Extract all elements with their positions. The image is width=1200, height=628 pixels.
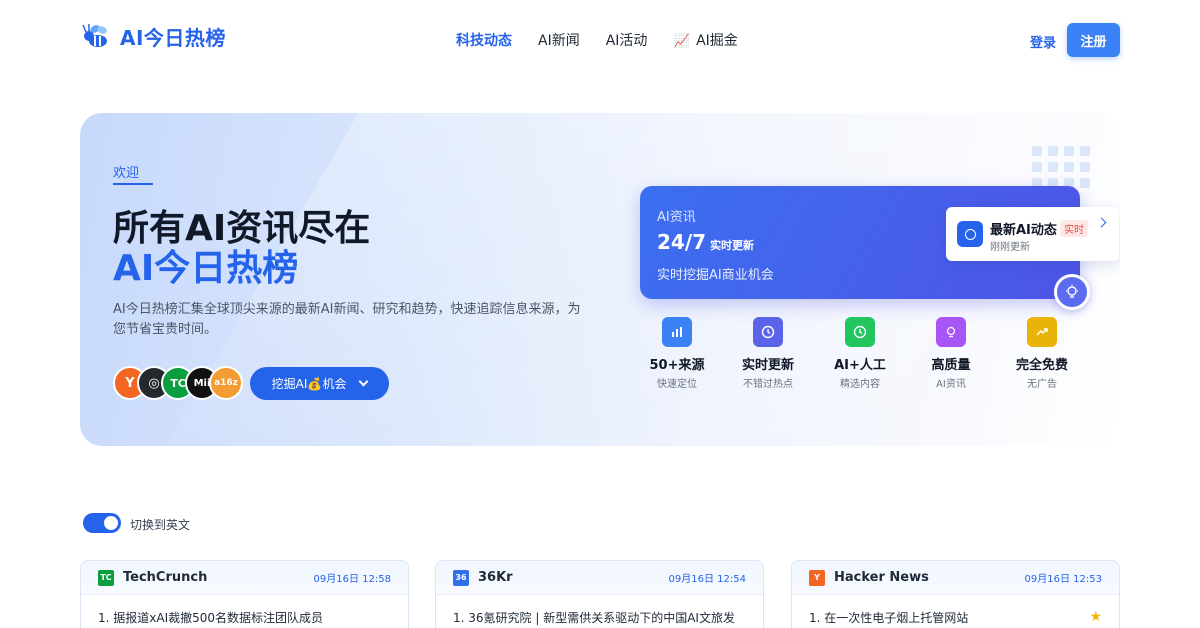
news-card-header: 36 36Kr 09月16日 12:54: [436, 561, 763, 595]
bulb-icon: [936, 317, 966, 347]
login-link[interactable]: 登录: [1030, 32, 1056, 51]
techcrunch-icon: TC: [98, 569, 114, 586]
welcome-underline: [113, 183, 153, 185]
trend-icon: [1027, 317, 1057, 347]
source-name[interactable]: TechCrunch: [123, 570, 314, 585]
float-card-subtitle: 刚刚更新: [990, 242, 1030, 253]
lightbulb-icon[interactable]: [1054, 274, 1090, 310]
language-toggle[interactable]: [83, 513, 121, 533]
welcome-label: 欢迎: [113, 166, 140, 181]
nav-ai-gold[interactable]: 📈 AI掘金: [673, 30, 737, 50]
36kr-icon: 36: [453, 569, 469, 586]
feature-realtime: 实时更新 不错过热点: [723, 317, 813, 390]
source-name[interactable]: 36Kr: [478, 570, 669, 585]
nav-tech-news[interactable]: 科技动态: [456, 30, 512, 50]
update-time: 09月16日 12:54: [668, 574, 746, 585]
brand-name: AI今日热榜: [120, 25, 226, 50]
feature-ai-human: AI+人工 精选内容: [815, 317, 905, 390]
news-card-36kr: 36 36Kr 09月16日 12:54 1. 36氪研究院 | 新型需供关系驱…: [435, 560, 764, 628]
brand-logo[interactable]: AI今日热榜: [80, 20, 226, 52]
nav-ai-news[interactable]: AI新闻: [538, 30, 580, 50]
clock-icon: [753, 317, 783, 347]
main-nav: 科技动态 AI新闻 AI活动 📈 AI掘金: [456, 30, 738, 50]
info-icon: [957, 221, 983, 247]
nav-ai-gold-label: AI掘金: [696, 33, 738, 49]
chart-icon: 📈: [673, 34, 690, 49]
feature-free: 完全免费 无广告: [997, 317, 1087, 390]
dig-ai-opportunity-button[interactable]: 挖掘AI💰机会: [250, 367, 389, 400]
news-card-hacker-news: Y Hacker News 09月16日 12:53 1. 在一次性电子烟上托管…: [791, 560, 1120, 628]
avatar-a16z: a16z: [209, 366, 243, 400]
hero-banner: 欢迎 所有AI资讯尽在 AI今日热榜 AI今日热榜汇集全球顶尖来源的最新AI新闻…: [80, 113, 1120, 446]
chevron-right-icon: [1096, 217, 1107, 228]
star-icon[interactable]: ★: [1089, 609, 1102, 626]
hero-description: AI今日热榜汇集全球顶尖来源的最新AI新闻、研究和趋势，快速追踪信息来源，为您节…: [113, 302, 581, 337]
news-card-header: TC TechCrunch 09月16日 12:58: [81, 561, 408, 595]
info-card-headline: 24/7 实时更新: [657, 230, 755, 254]
top-header: AI今日热榜 科技动态 AI新闻 AI活动 📈 AI掘金 登录 注册: [0, 0, 1200, 80]
feature-quality: 高质量 AI资讯: [906, 317, 996, 390]
realtime-badge: 实时: [1060, 220, 1088, 237]
bee-logo-icon: [82, 24, 107, 47]
news-card-header: Y Hacker News 09月16日 12:53: [792, 561, 1119, 595]
list-item[interactable]: 1. 36氪研究院 | 新型需供关系驱动下的中国AI文旅发展趋: [436, 595, 763, 628]
update-time: 09月16日 12:58: [313, 574, 391, 585]
source-name[interactable]: Hacker News: [834, 570, 1025, 585]
nav-ai-events[interactable]: AI活动: [606, 30, 648, 50]
float-card-title: 最新AI动态: [990, 223, 1057, 238]
source-avatars: Y ◎ TC Mii a16z: [113, 366, 243, 400]
feature-sources: 50+来源 快速定位: [632, 317, 722, 390]
dig-button-label: 挖掘AI💰机会: [271, 377, 347, 391]
info-card-subtitle: 实时挖掘AI商业机会: [657, 268, 774, 283]
feature-list: 50+来源 快速定位 实时更新 不错过热点 AI+人工 精选内容 高质量 AI资…: [640, 317, 1080, 397]
hacker-news-icon: Y: [809, 569, 825, 586]
info-card-label: AI资讯: [657, 210, 696, 225]
news-card-techcrunch: TC TechCrunch 09月16日 12:58 1. 据报道xAI裁撤50…: [80, 560, 409, 628]
bar-chart-icon: [662, 317, 692, 347]
list-item[interactable]: 1. 据报道xAI裁撤500名数据标注团队成员: [81, 595, 408, 626]
update-time: 09月16日 12:53: [1024, 574, 1102, 585]
dot-grid-decoration: [1032, 146, 1090, 188]
chevron-down-icon: [358, 376, 369, 387]
hero-title-line2: AI今日热榜: [113, 248, 299, 289]
register-button[interactable]: 注册: [1067, 23, 1120, 57]
list-item[interactable]: 1. 在一次性电子烟上托管网站 ★: [792, 595, 1119, 626]
language-toggle-label: 切换到英文: [130, 518, 191, 532]
latest-ai-updates-card[interactable]: 最新AI动态 实时 刚刚更新: [946, 207, 1119, 261]
check-clock-icon: [845, 317, 875, 347]
